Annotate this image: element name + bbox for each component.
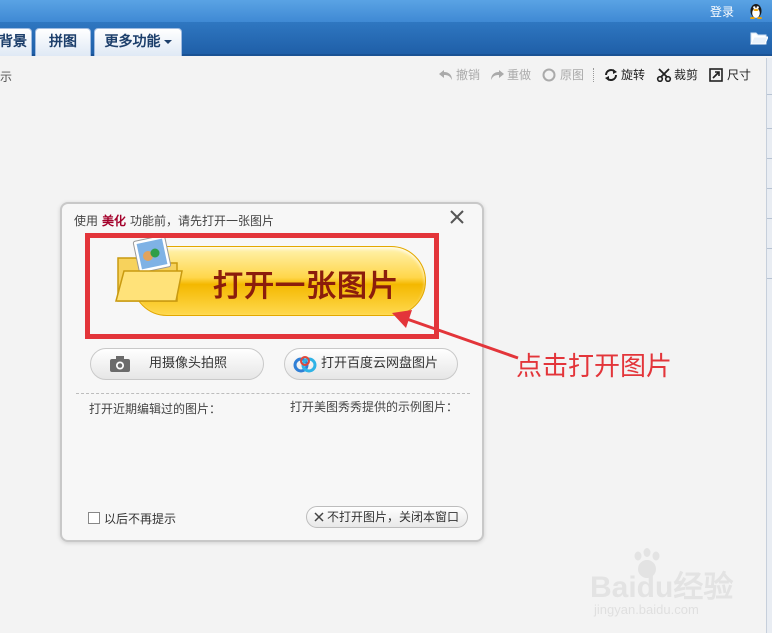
undo-button[interactable]: 撤销 (438, 66, 484, 84)
tab-background[interactable]: 背景 (0, 28, 32, 56)
resize-button[interactable]: 尺寸 (709, 66, 755, 84)
circle-icon (542, 68, 556, 82)
undo-label: 撤销 (456, 68, 481, 82)
tab-more-features[interactable]: 更多功能 (94, 28, 182, 56)
rotate-button[interactable]: 旋转 (603, 66, 649, 84)
tab-label: 更多功能 (104, 34, 161, 50)
edit-toolbar: 撤销 重做 原图 旋转 裁剪 尺寸 (0, 66, 766, 84)
sample-images-label: 打开美图秀秀提供的示例图片： (290, 400, 459, 414)
dialog-title: 使用 美化 功能前，请先打开一张图片 (74, 212, 274, 229)
close-without-opening-button[interactable]: 不打开图片，关闭本窗口 (306, 506, 468, 528)
resize-label: 尺寸 (727, 68, 752, 82)
title-prefix: 使用 (74, 214, 99, 228)
rotate-icon (605, 69, 617, 81)
resize-icon (709, 68, 723, 82)
section-divider (76, 393, 470, 394)
qq-penguin-icon[interactable] (748, 2, 764, 19)
redo-label: 重做 (507, 68, 532, 82)
crop-label: 裁剪 (674, 68, 699, 82)
right-side-panel (766, 58, 772, 633)
annotation-arrow (392, 310, 519, 360)
redo-icon (491, 70, 504, 80)
login-link[interactable]: 登录 (710, 3, 734, 20)
original-label: 原图 (560, 68, 585, 82)
recent-images-label: 打开近期编辑过的图片： (89, 402, 222, 416)
close-icon[interactable] (448, 208, 466, 226)
watermark-url: jingyan.baidu.com (594, 602, 699, 617)
camera-label: 用摄像头拍照 (149, 356, 228, 371)
toolbar-divider (593, 68, 594, 82)
open-folder-icon[interactable] (750, 30, 768, 46)
title-bar: 登录 (0, 0, 772, 22)
panel-divider (767, 128, 772, 129)
rotate-label: 旋转 (621, 68, 646, 82)
title-suffix: 功能前，请先打开一张图片 (130, 214, 275, 228)
redo-button[interactable]: 重做 (489, 66, 535, 84)
camera-icon (110, 356, 130, 372)
highlight-box (85, 233, 439, 339)
panel-divider (767, 158, 772, 159)
panel-divider (767, 248, 772, 249)
scissors-icon (656, 68, 672, 82)
open-image-dialog: 使用 美化 功能前，请先打开一张图片 打开一张图片 用摄像头拍照 打开百度云网盘图片 (60, 202, 484, 542)
baidu-cloud-icon (293, 356, 317, 373)
panel-divider (767, 218, 772, 219)
chevron-down-icon (163, 40, 172, 44)
camera-button[interactable]: 用摄像头拍照 (90, 348, 264, 380)
dont-show-label: 以后不再提示 (104, 512, 177, 526)
close-without-opening-label: 不打开图片，关闭本窗口 (327, 510, 460, 524)
tab-label: 拼图 (49, 34, 77, 50)
panel-divider (767, 278, 772, 279)
panel-divider (767, 94, 772, 95)
watermark-text: Baidu经验 (590, 571, 734, 604)
baidu-jingyan-watermark: Baidu经验 jingyan.baidu.com (590, 548, 740, 628)
tab-label: 背景 (0, 34, 27, 50)
crop-button[interactable]: 裁剪 (656, 66, 702, 84)
tab-collage[interactable]: 拼图 (35, 28, 91, 56)
undo-icon (439, 70, 452, 80)
panel-divider (767, 188, 772, 189)
original-button[interactable]: 原图 (542, 66, 588, 84)
title-highlight: 美化 (102, 214, 127, 228)
annotation-text: 点击打开图片 (516, 352, 673, 382)
dont-show-checkbox[interactable] (88, 512, 100, 524)
close-x-icon (314, 512, 324, 522)
tab-bar: 背景 拼图 更多功能 (0, 22, 772, 56)
